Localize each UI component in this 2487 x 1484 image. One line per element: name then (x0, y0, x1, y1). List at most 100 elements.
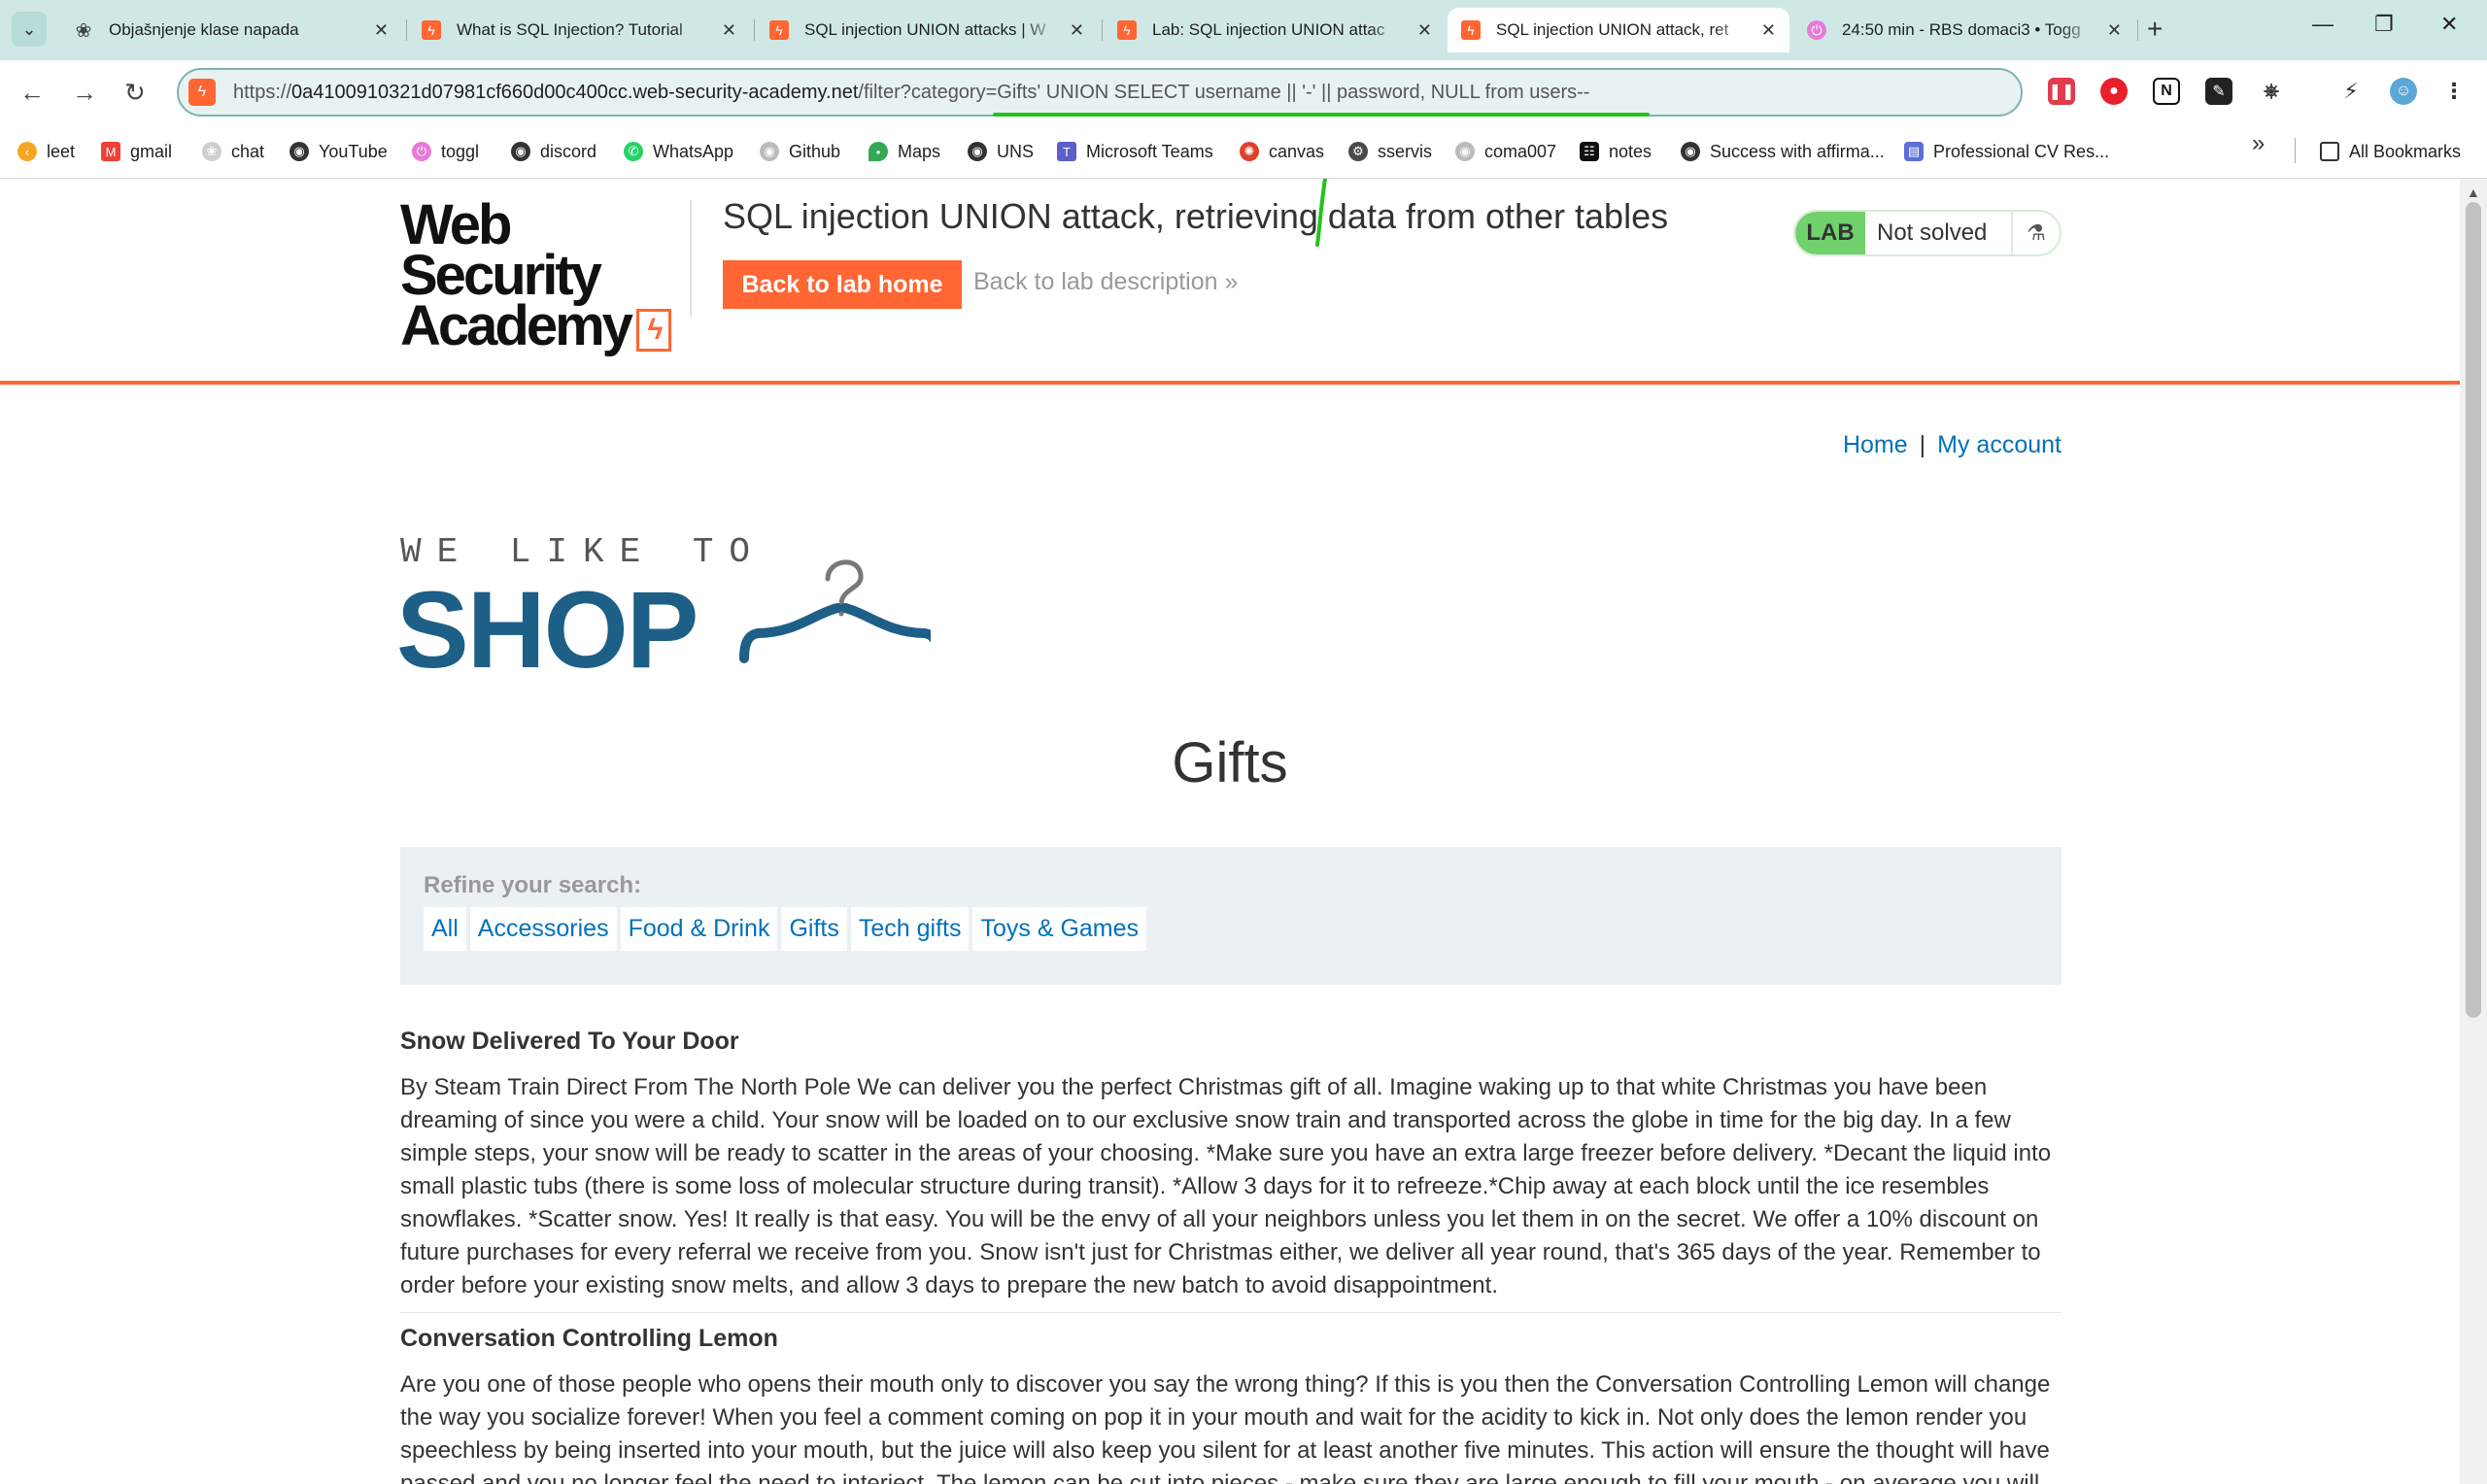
filter-toys-games[interactable]: Toys & Games (972, 907, 1147, 951)
browser-tab[interactable]: ϟ What is SQL Injection? Tutorial ✕ (408, 8, 750, 52)
scroll-up-icon[interactable]: ▲ (2467, 185, 2480, 200)
tab-strip: ⌄ ❀ Objašnjenje klase napada ✕ ϟ What is… (0, 0, 2487, 60)
bookmark-canvas[interactable]: ✺ canvas (1240, 136, 1324, 167)
avatar[interactable]: ☺ (2390, 78, 2417, 105)
close-tab-icon[interactable]: ✕ (1070, 20, 1084, 41)
shop-tagline: WE LIKE TO (400, 532, 767, 572)
web-security-academy-logo[interactable]: Web Security Academy ϟ (400, 193, 692, 354)
bookmark-whatsapp[interactable]: ✆ WhatsApp (624, 136, 733, 167)
filter-gifts[interactable]: Gifts (781, 907, 847, 951)
bookmark-toggl[interactable]: ⏻ toggl (412, 136, 479, 167)
browser-tab[interactable]: ϟ Lab: SQL injection UNION attac ✕ (1104, 8, 1446, 52)
lab-status-text: Not solved (1877, 219, 1988, 246)
url-path: /filter?category=Gifts' UNION SELECT use… (858, 81, 1590, 103)
bookmark-affirmations[interactable]: ◉ Success with affirma... (1681, 136, 1885, 167)
tab-title: What is SQL Injection? Tutorial (457, 20, 683, 39)
close-tab-icon[interactable]: ✕ (722, 20, 736, 41)
product-description: By Steam Train Direct From The North Pol… (400, 1074, 2052, 1298)
filter-all[interactable]: All (424, 907, 466, 951)
account-nav: Home | My account (1843, 431, 2061, 459)
filter-accessories[interactable]: Accessories (469, 907, 617, 951)
globe-icon: ◉ (290, 142, 309, 161)
bookmark-chat[interactable]: ❀ chat (202, 136, 264, 167)
chatgpt-icon: ❀ (75, 19, 92, 42)
restore-icon[interactable]: ❐ (2374, 12, 2394, 37)
all-bookmarks[interactable]: ​All Bookmarks (2320, 136, 2461, 167)
forward-arrow-icon[interactable]: → (72, 78, 97, 108)
chatgpt-icon: ❀ (202, 142, 221, 161)
portswigger-icon: ϟ (188, 79, 216, 106)
search-filter-panel: Refine your search: All Accessories Food… (400, 847, 2061, 985)
bookmark-sservis[interactable]: ⚙ sservis (1348, 136, 1432, 167)
annotation-underline (993, 113, 1650, 117)
github-icon: ◉ (1455, 142, 1475, 161)
home-link[interactable]: Home (1843, 431, 1908, 458)
address-bar[interactable]: ϟ https://0a4100910321d07981cf660d00c400… (177, 68, 2023, 117)
bookmark-cv[interactable]: ▤ Professional CV Res... (1904, 136, 2109, 167)
bookmark-gmail[interactable]: Mgmail (101, 136, 172, 167)
tab-title: 24:50 min - RBS domaci3 • Togg (1842, 20, 2081, 39)
browser-tab-active[interactable]: ϟ SQL injection UNION attack, ret ✕ (1448, 8, 1789, 52)
page-viewport: Web Security Academy ϟ SQL injection UNIO… (0, 179, 2460, 1484)
shop-logo: WE LIKE TO SHOP (396, 532, 944, 691)
academy-header: Web Security Academy ϟ SQL injection UNIO… (0, 179, 2460, 385)
reload-icon[interactable]: ↻ (124, 78, 146, 108)
bookmark-notes[interactable]: ☷ notes (1580, 136, 1652, 167)
url-text[interactable]: https://0a4100910321d07981cf660d00c400cc… (233, 82, 1589, 104)
browser-tab[interactable]: ϟ SQL injection UNION attacks | W ✕ (756, 8, 1098, 52)
portswigger-icon: ϟ (1461, 20, 1481, 40)
product-title: Snow Delivered To Your Door (400, 1028, 739, 1055)
bookmark-discord[interactable]: ◉ discord (511, 136, 596, 167)
product-title: Conversation Controlling Lemon (400, 1325, 778, 1352)
bookmark-teams[interactable]: T Microsoft Teams (1057, 136, 1213, 167)
tab-divider (2137, 19, 2138, 41)
performance-icon[interactable]: ⚡ (2337, 78, 2365, 105)
sservis-icon: ⚙ (1348, 142, 1368, 161)
back-to-lab-home-button[interactable]: Back to lab home (723, 260, 962, 309)
tab-divider (754, 19, 755, 41)
product-item: Snow Delivered To Your Door By Steam Tra… (400, 1028, 2061, 1313)
bookmark-leet[interactable]: ‹ leet (17, 136, 75, 167)
close-tab-icon[interactable]: ✕ (2107, 20, 2122, 41)
bookmark-uns[interactable]: ◉ UNS (968, 136, 1034, 167)
scrollbar-thumb[interactable] (2466, 202, 2481, 1018)
canvas-icon: ✺ (1240, 142, 1259, 161)
new-tab-plus-icon[interactable]: + (2147, 14, 2163, 45)
toggl-icon: ⏻ (1807, 20, 1826, 40)
bookmark-maps[interactable]: • Maps (869, 136, 940, 167)
tab-title: SQL injection UNION attack, ret (1496, 20, 1729, 39)
filter-tech-gifts[interactable]: Tech gifts (850, 907, 970, 951)
bookmarks-bar: ‹ leet Mgmail ❀ chat ◉ YouTube ⏻ toggl ◉ disc… (0, 124, 2487, 179)
tab-title: SQL injection UNION attacks | W (804, 20, 1046, 39)
close-tab-icon[interactable]: ✕ (374, 20, 389, 41)
puzzle-extensions-icon[interactable]: ⎈ (2258, 78, 2285, 105)
my-account-link[interactable]: My account (1937, 431, 2061, 458)
filter-food-drink[interactable]: Food & Drink (620, 907, 778, 951)
close-window-icon[interactable]: ✕ (2440, 12, 2458, 37)
whatsapp-icon: ✆ (624, 142, 643, 161)
edit-icon[interactable]: ✎ (2205, 78, 2232, 105)
page-scrollbar[interactable]: ▲ (2460, 179, 2487, 1484)
bookmark-coma007[interactable]: ◉ coma007 (1455, 136, 1556, 167)
lightning-bolt-icon: ϟ (635, 308, 671, 352)
bookmark-github[interactable]: ◉ Github (760, 136, 840, 167)
logo-line-1: Web Security (400, 193, 602, 307)
browser-tab[interactable]: ❀ Objašnjenje klase napada ✕ (60, 8, 402, 52)
extension-icon[interactable]: ❚❚ (2048, 78, 2075, 105)
clothes-hanger-icon (739, 559, 931, 663)
lab-status-widget: LAB Not solved ⚗ (1793, 210, 2061, 256)
notes-icon: ☷ (1580, 142, 1599, 161)
bookmark-youtube[interactable]: ◉ YouTube (290, 136, 388, 167)
adblock-icon[interactable]: ● (2100, 78, 2128, 105)
notion-icon[interactable]: N (2153, 78, 2180, 105)
logo-line-2: Academy (400, 294, 633, 357)
tab-search-chevron-icon[interactable]: ⌄ (12, 12, 47, 47)
close-tab-icon[interactable]: ✕ (1417, 20, 1432, 41)
more-bookmarks-chevron-icon[interactable]: » (2252, 130, 2265, 157)
close-tab-icon[interactable]: ✕ (1761, 20, 1776, 41)
back-to-lab-description-link[interactable]: Back to lab description » (973, 268, 1238, 296)
back-arrow-icon[interactable]: ← (19, 78, 45, 108)
minimize-icon[interactable]: — (2312, 12, 2334, 37)
browser-tab[interactable]: ⏻ 24:50 min - RBS domaci3 • Togg ✕ (1793, 8, 2135, 52)
browser-menu-icon[interactable]: ⋮ (2440, 78, 2468, 105)
